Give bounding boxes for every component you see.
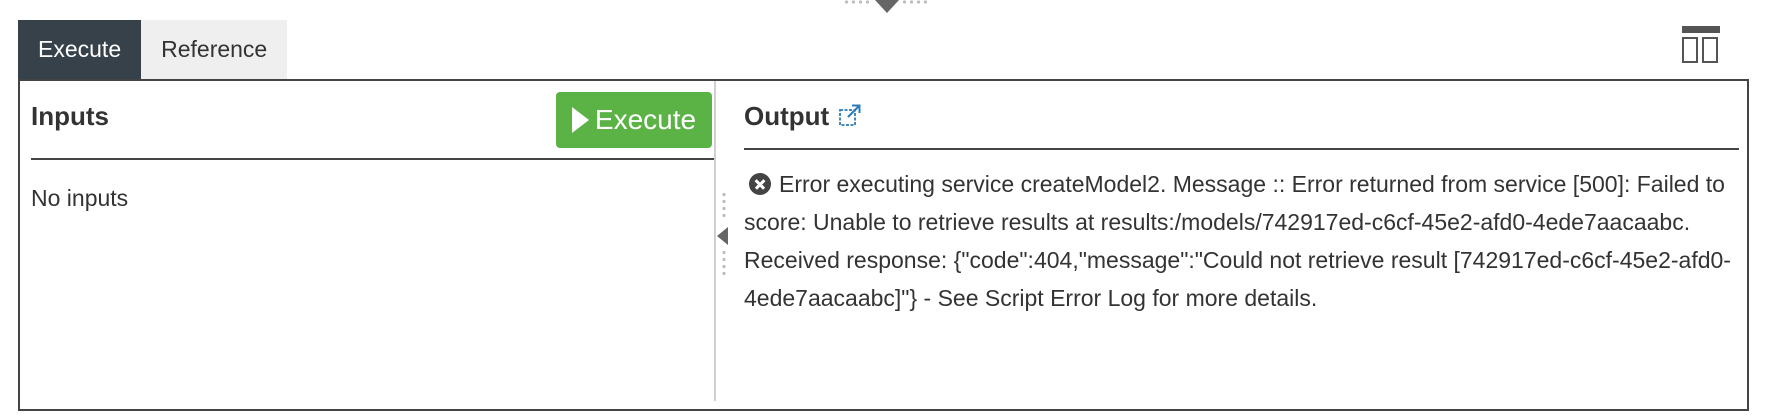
collapse-down-arrow-icon[interactable] [875, 0, 899, 13]
output-section: Output Error executing service createMod… [744, 81, 1744, 409]
no-inputs-text: No inputs [31, 185, 129, 211]
execute-button[interactable]: Execute [556, 92, 712, 148]
tab-bar: Execute Reference [18, 20, 288, 80]
grip-dots-icon [843, 0, 871, 4]
error-message-text: Error executing service createModel2. Me… [744, 171, 1731, 311]
output-title: Output [744, 101, 830, 131]
execute-panel: Inputs Execute No inputs Output Error ex… [18, 79, 1749, 411]
inputs-section: Inputs Execute No inputs [20, 81, 716, 409]
tab-reference[interactable]: Reference [141, 20, 288, 80]
top-collapse-handle[interactable] [843, 0, 929, 16]
inputs-divider [31, 158, 714, 160]
error-circle-x-icon [749, 173, 771, 195]
tab-execute[interactable]: Execute [18, 20, 142, 80]
panel-splitter[interactable] [714, 81, 716, 401]
output-divider [744, 148, 1739, 150]
inputs-title: Inputs [31, 101, 109, 131]
grip-dots-icon [901, 0, 929, 4]
collapse-left-arrow-icon[interactable] [717, 227, 728, 245]
execute-button-label: Execute [594, 104, 697, 135]
grip-dots-icon [722, 249, 726, 279]
splitter-collapse-handle[interactable] [717, 191, 731, 281]
external-link-icon[interactable] [838, 103, 862, 127]
layout-columns-icon[interactable] [1682, 26, 1720, 64]
play-icon [571, 107, 589, 133]
error-message: Error executing service createModel2. Me… [744, 165, 1739, 317]
grip-dots-icon [722, 191, 726, 221]
